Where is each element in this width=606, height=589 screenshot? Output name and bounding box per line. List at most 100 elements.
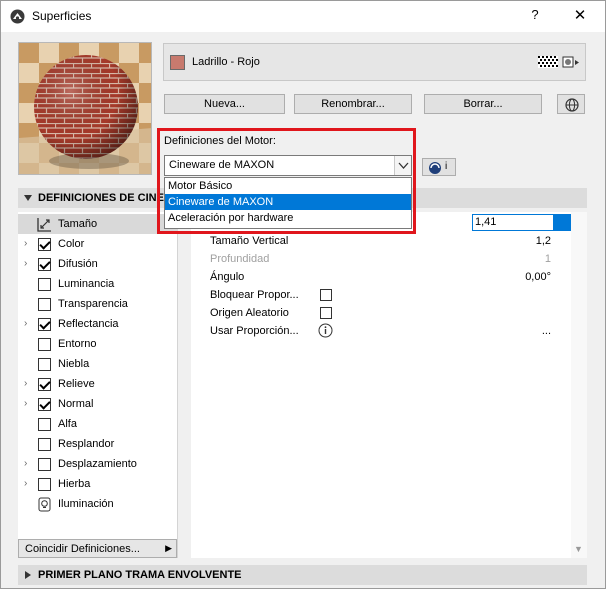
chevron-right-icon[interactable]: ›	[24, 458, 27, 469]
catalog-button[interactable]	[557, 94, 585, 114]
channel-checkbox[interactable]	[38, 238, 51, 251]
channel-label: Alfa	[58, 418, 77, 430]
close-button[interactable]: ✕	[567, 6, 593, 26]
channel-bump[interactable]: › Relieve	[18, 374, 178, 394]
engine-option-basic[interactable]: Motor Básico	[165, 178, 411, 194]
channel-fog[interactable]: Niebla	[18, 354, 178, 374]
channel-checkbox[interactable]	[38, 278, 51, 291]
channel-checkbox[interactable]	[38, 378, 51, 391]
random-origin-checkbox[interactable]	[320, 307, 332, 319]
cineware-logo-icon	[429, 162, 441, 174]
channel-label: Resplandor	[58, 438, 115, 450]
width-input[interactable]: 1,41	[472, 214, 554, 231]
param-value[interactable]: 1,2	[536, 235, 551, 247]
channel-label: Difusión	[58, 258, 98, 270]
channel-label: Relieve	[58, 378, 95, 390]
channel-diffusion[interactable]: › Difusión	[18, 254, 178, 274]
engine-info-button[interactable]: i	[422, 158, 456, 176]
channel-size[interactable]: Tamaño	[18, 214, 178, 234]
app-icon	[10, 9, 25, 24]
param-label: Ángulo	[210, 271, 245, 283]
param-row: Tamaño Vertical 1,2	[191, 232, 571, 250]
channel-label: Niebla	[58, 358, 90, 370]
channel-displacement[interactable]: › Desplazamiento	[18, 454, 178, 474]
channel-color[interactable]: › Color	[18, 234, 178, 254]
chevron-right-icon[interactable]: ›	[24, 378, 27, 389]
chevron-down-icon[interactable]	[394, 156, 411, 175]
size-parameters: 1,41 Tamaño Vertical 1,2 Profundidad 1 Á…	[191, 212, 587, 558]
engine-select[interactable]: Cineware de MAXON	[164, 155, 412, 176]
surface-color-swatch	[170, 55, 185, 70]
channel-label: Luminancia	[58, 278, 115, 290]
param-label: Bloquear Propor...	[210, 289, 299, 301]
param-label: Origen Aleatorio	[210, 307, 289, 319]
channel-checkbox[interactable]	[38, 318, 51, 331]
channel-checkbox[interactable]	[38, 478, 51, 491]
surface-picker-icon[interactable]	[562, 55, 580, 70]
foreground-title: PRIMER PLANO TRAMA ENVOLVENTE	[38, 569, 242, 581]
channel-illumination[interactable]: Iluminación	[18, 494, 178, 514]
chevron-right-icon[interactable]: ›	[24, 478, 27, 489]
channel-checkbox[interactable]	[38, 398, 51, 411]
channel-list: Tamaño › Color › Difusión Luminancia Tra…	[18, 212, 178, 558]
channel-checkbox[interactable]	[38, 258, 51, 271]
chevron-right-icon[interactable]: ›	[24, 238, 27, 249]
arrow-right-icon: ▶	[165, 543, 172, 553]
channel-reflectance[interactable]: › Reflectancia	[18, 314, 178, 334]
channel-transparency[interactable]: Transparencia	[18, 294, 178, 314]
engine-option-hardware[interactable]: Aceleración por hardware	[165, 210, 411, 226]
channel-checkbox[interactable]	[38, 298, 51, 311]
param-value[interactable]: ...	[542, 325, 551, 337]
globe-icon	[565, 98, 579, 112]
match-settings-label: Coincidir Definiciones...	[25, 543, 140, 555]
channel-luminance[interactable]: Luminancia	[18, 274, 178, 294]
channel-checkbox[interactable]	[38, 458, 51, 471]
channel-checkbox[interactable]	[38, 338, 51, 351]
param-row: Usar Proporción... ...	[191, 322, 571, 340]
collapsed-triangle-icon	[25, 571, 31, 579]
param-label: Profundidad	[210, 253, 270, 265]
delete-button[interactable]: Borrar...	[424, 94, 542, 114]
channel-checkbox[interactable]	[38, 358, 51, 371]
channel-glow[interactable]: Resplandor	[18, 434, 178, 454]
param-row: Origen Aleatorio	[191, 304, 571, 322]
lock-proportions-checkbox[interactable]	[320, 289, 332, 301]
channel-label: Color	[58, 238, 85, 250]
foreground-header[interactable]: PRIMER PLANO TRAMA ENVOLVENTE	[18, 565, 587, 585]
channel-label: Hierba	[58, 478, 91, 490]
expanded-triangle-icon	[24, 195, 32, 201]
param-row: Profundidad 1	[191, 250, 571, 268]
new-button[interactable]: Nueva...	[164, 94, 285, 114]
match-settings-button[interactable]: Coincidir Definiciones... ▶	[18, 539, 177, 558]
rename-button[interactable]: Renombrar...	[294, 94, 412, 114]
channel-alpha[interactable]: Alfa	[18, 414, 178, 434]
surface-selector[interactable]: Ladrillo - Rojo	[163, 43, 586, 81]
channel-normal[interactable]: › Normal	[18, 394, 178, 414]
engine-option-cineware[interactable]: Cineware de MAXON	[165, 194, 411, 210]
channel-checkbox[interactable]	[38, 418, 51, 431]
surface-name: Ladrillo - Rojo	[192, 56, 260, 68]
param-value[interactable]: 0,00°	[525, 271, 551, 283]
help-button[interactable]: ?	[523, 7, 547, 27]
channel-environment[interactable]: Entorno	[18, 334, 178, 354]
channel-label: Entorno	[58, 338, 97, 350]
channel-grass[interactable]: › Hierba	[18, 474, 178, 494]
channel-label: Reflectancia	[58, 318, 119, 330]
lightbulb-icon	[38, 497, 51, 512]
param-row: Bloquear Propor...	[191, 286, 571, 304]
info-icon[interactable]	[318, 323, 333, 338]
scroll-down-icon[interactable]: ▼	[574, 544, 583, 554]
chevron-right-icon[interactable]: ›	[24, 258, 27, 269]
width-input-edge[interactable]	[554, 214, 571, 231]
resize-icon	[37, 218, 51, 232]
channel-label: Tamaño	[58, 218, 98, 230]
chevron-right-icon[interactable]: ›	[24, 318, 27, 329]
chevron-right-icon[interactable]: ›	[24, 398, 27, 409]
channel-label: Desplazamiento	[58, 458, 137, 470]
param-value: 1	[544, 253, 551, 265]
params-scrollbar[interactable]	[571, 212, 587, 558]
channel-checkbox[interactable]	[38, 438, 51, 451]
param-label: Tamaño Vertical	[210, 235, 289, 247]
fill-pattern-icon	[538, 56, 558, 68]
engine-settings-label: Definiciones del Motor:	[164, 135, 276, 147]
